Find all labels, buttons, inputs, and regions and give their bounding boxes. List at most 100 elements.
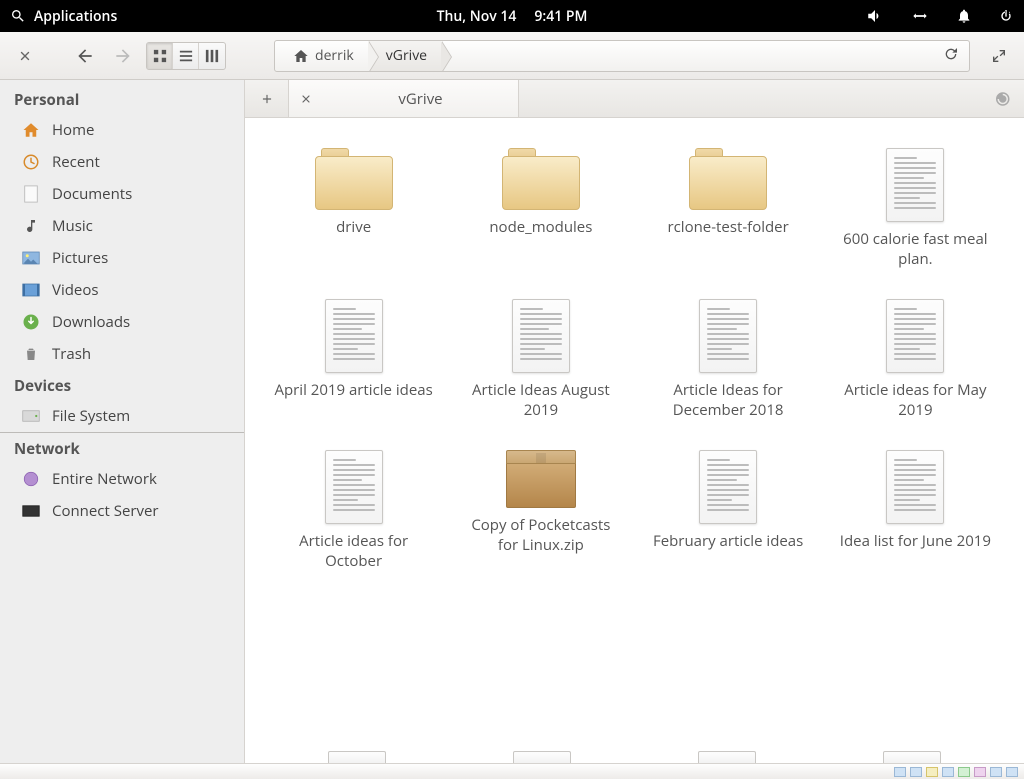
sidebar-item-recent[interactable]: Recent [0,146,244,178]
tab-active[interactable]: vGrive [289,80,519,117]
file-item[interactable]: Article ideas for October [274,450,434,571]
bottom-dock [0,763,1024,779]
music-icon [22,217,40,235]
tab-close-button[interactable] [289,93,323,105]
recent-icon [22,153,40,171]
file-item[interactable]: Article Ideas August 2019 [461,299,621,420]
tray-icon[interactable] [958,767,970,777]
file-label: Article Ideas for December 2018 [648,381,808,420]
overflow-row [245,751,1024,763]
file-label: February article ideas [653,532,803,552]
sidebar-item-trash[interactable]: Trash [0,338,244,370]
tray-icon[interactable] [926,767,938,777]
home-icon [22,121,40,139]
applications-menu[interactable]: Applications [10,7,117,26]
applications-label: Applications [34,7,117,26]
tab-title: vGrive [323,89,518,109]
tray-icon[interactable] [942,767,954,777]
file-label: Article ideas for May 2019 [835,381,995,420]
breadcrumb-current-label: vGrive [386,46,427,65]
drive-icon [22,407,40,425]
file-item[interactable]: April 2019 article ideas [274,299,434,420]
list-view-button[interactable] [173,43,199,69]
view-mode-switcher [146,42,226,70]
file-item[interactable]: rclone-test-folder [648,148,808,269]
date-label: Thu, Nov 14 [437,7,517,26]
sidebar-item-label: Entire Network [52,469,157,489]
file-grid[interactable]: drive node_modules rclone-test-folder 600 c… [245,118,1024,751]
sidebar-item-label: Pictures [52,248,108,268]
unmaximize-button[interactable] [984,40,1014,72]
sidebar-item-downloads[interactable]: Downloads [0,306,244,338]
column-view-button[interactable] [199,43,225,69]
file-item[interactable]: drive [274,148,434,269]
file-label: node_modules [489,218,592,238]
file-label: rclone-test-folder [667,218,788,238]
nav-back-button[interactable] [70,40,100,72]
pictures-icon [22,249,40,267]
time-label: 9:41 PM [534,7,587,26]
sidebar-item-label: File System [52,406,130,426]
file-item[interactable]: Article ideas for May 2019 [835,299,995,420]
reload-button[interactable] [933,45,969,67]
file-peek [698,751,756,763]
sidebar-item-label: Videos [52,280,99,300]
sidebar-item-home[interactable]: Home [0,114,244,146]
main-area: Personal Home Recent Documents Music Pic… [0,80,1024,763]
file-item[interactable]: Idea list for June 2019 [835,450,995,571]
sidebar-item-label: Trash [52,344,91,364]
file-label: Copy of Pocketcasts for Linux.zip [461,516,621,555]
sidebar-item-filesystem[interactable]: File System [0,400,244,433]
trash-icon [22,345,40,363]
close-window-button[interactable] [10,40,40,72]
tray-icon[interactable] [1006,767,1018,777]
places-sidebar: Personal Home Recent Documents Music Pic… [0,80,245,763]
videos-icon [22,281,40,299]
file-peek [328,751,386,763]
file-label: Article ideas for October [274,532,434,571]
volume-icon[interactable] [866,7,884,25]
nav-forward-button[interactable] [108,40,138,72]
sidebar-item-connect-server[interactable]: Connect Server [0,495,244,527]
tray-icon[interactable] [910,767,922,777]
network-globe-icon [22,470,40,488]
new-tab-button[interactable] [245,80,289,117]
sidebar-item-label: Recent [52,152,100,172]
file-label: April 2019 article ideas [275,381,433,401]
breadcrumb-home[interactable]: derrik [275,41,368,71]
file-label: drive [336,218,371,238]
network-icon[interactable] [910,9,930,23]
tab-history-button[interactable] [980,80,1024,117]
file-item[interactable]: Article Ideas for December 2018 [648,299,808,420]
power-icon[interactable] [998,8,1014,24]
tray-icon[interactable] [990,767,1002,777]
file-manager-toolbar: derrik vGrive [0,32,1024,80]
downloads-icon [22,313,40,331]
file-item[interactable]: 600 calorie fast meal plan. [835,148,995,269]
sidebar-item-entire-network[interactable]: Entire Network [0,463,244,495]
sidebar-item-label: Documents [52,184,132,204]
icon-view-button[interactable] [147,43,173,69]
search-icon [10,8,26,24]
sidebar-item-videos[interactable]: Videos [0,274,244,306]
server-icon [22,502,40,520]
notifications-icon[interactable] [956,8,972,24]
file-peek [883,751,941,763]
tab-bar: vGrive [245,80,1024,118]
file-label: 600 calorie fast meal plan. [835,230,995,269]
tray-icon[interactable] [974,767,986,777]
sidebar-item-documents[interactable]: Documents [0,178,244,210]
file-item[interactable]: node_modules [461,148,621,269]
documents-icon [22,185,40,203]
path-bar: derrik vGrive [274,40,970,72]
tray-icon[interactable] [894,767,906,777]
top-panel: Applications Thu, Nov 14 9:41 PM [0,0,1024,32]
breadcrumb-home-label: derrik [315,46,354,65]
sidebar-item-pictures[interactable]: Pictures [0,242,244,274]
home-icon [293,48,309,64]
file-item[interactable]: Copy of Pocketcasts for Linux.zip [461,450,621,571]
file-item[interactable]: February article ideas [648,450,808,571]
clock[interactable]: Thu, Nov 14 9:41 PM [437,7,588,26]
content-pane: vGrive drive node_modules rclone-test-fold… [245,80,1024,763]
sidebar-item-music[interactable]: Music [0,210,244,242]
